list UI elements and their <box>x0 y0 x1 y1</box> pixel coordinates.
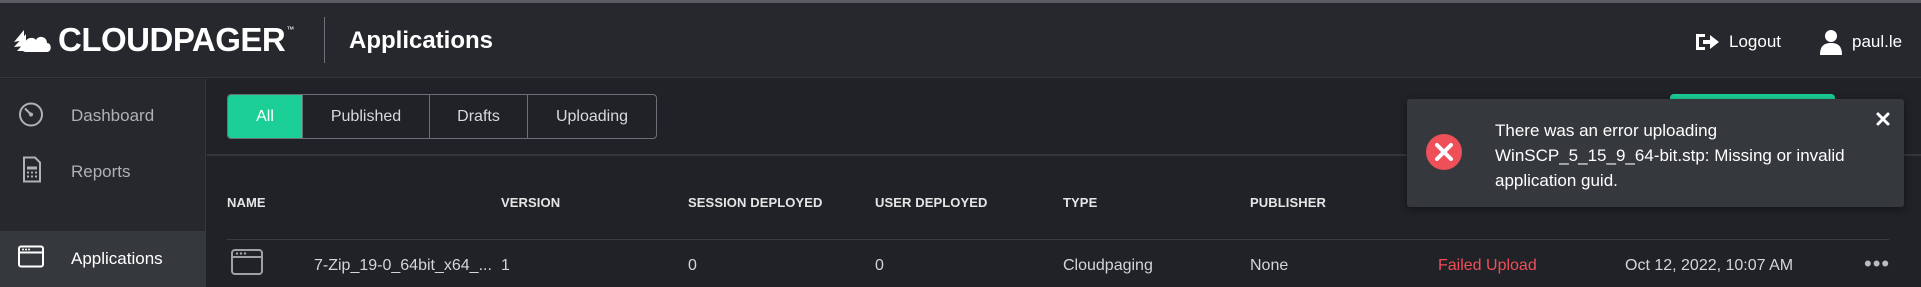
app-header: CLOUDPAGER ™ Applications Logout paul.le <box>0 3 1921 78</box>
cell-session-deployed: 0 <box>688 257 697 274</box>
sidebar-item-dashboard[interactable]: Dashboard <box>0 91 206 141</box>
sidebar-item-applications[interactable]: Applications <box>0 231 206 287</box>
tab-published[interactable]: Published <box>302 95 429 138</box>
application-window-icon <box>231 248 263 281</box>
column-header-user-deployed[interactable]: USER DEPLOYED <box>875 195 988 210</box>
gauge-icon <box>16 101 46 132</box>
sidebar-item-reports[interactable]: Reports <box>0 147 206 197</box>
close-icon[interactable] <box>1876 112 1890 131</box>
cloud-logo-icon <box>14 29 51 52</box>
filter-tabs: All Published Drafts Uploading <box>227 94 657 139</box>
sidebar: Dashboard Reports Applications <box>0 79 206 287</box>
calculator-document-icon <box>16 156 46 189</box>
status-badge: Failed Upload <box>1438 257 1537 274</box>
sidebar-item-label: Reports <box>71 162 131 181</box>
logout-label: Logout <box>1729 32 1781 51</box>
sidebar-item-label: Dashboard <box>71 106 155 125</box>
brand-logo[interactable]: CLOUDPAGER ™ <box>12 23 294 56</box>
sidebar-item-label: Applications <box>71 249 163 268</box>
tab-uploading[interactable]: Uploading <box>527 95 656 138</box>
cell-user-deployed: 0 <box>875 257 884 274</box>
column-header-type[interactable]: TYPE <box>1063 195 1097 210</box>
user-menu[interactable]: paul.le <box>1820 29 1902 55</box>
username: paul.le <box>1852 32 1903 51</box>
column-header-session-deployed[interactable]: SESSION DEPLOYED <box>688 195 823 210</box>
cell-date: Oct 12, 2022, 10:07 AM <box>1625 257 1794 274</box>
table-row[interactable]: 7-Zip_19-0_64bit_x64_... 1 0 0 Cloudpagi… <box>207 240 1921 287</box>
user-icon <box>1820 30 1842 55</box>
tab-drafts[interactable]: Drafts <box>429 95 527 138</box>
header-divider <box>324 17 325 63</box>
logout-button[interactable]: Logout <box>1694 32 1781 52</box>
cell-name[interactable]: 7-Zip_19-0_64bit_x64_... <box>314 257 492 275</box>
trademark-symbol: ™ <box>286 25 295 34</box>
toast-message: There was an error uploading WinSCP_5_15… <box>1495 121 1845 190</box>
column-header-name[interactable]: NAME <box>227 195 266 210</box>
logout-icon <box>1696 34 1719 50</box>
cell-type: Cloudpaging <box>1063 257 1153 274</box>
browser-window-icon <box>16 244 46 275</box>
tab-all[interactable]: All <box>228 95 302 138</box>
error-toast: There was an error uploading WinSCP_5_15… <box>1407 99 1904 207</box>
page-title: Applications <box>349 27 494 54</box>
error-icon <box>1425 133 1463 176</box>
column-header-version[interactable]: VERSION <box>501 195 560 210</box>
cell-publisher: None <box>1250 257 1289 274</box>
brand-name: CLOUDPAGER <box>58 21 286 58</box>
column-header-publisher[interactable]: PUBLISHER <box>1250 195 1326 210</box>
cell-version: 1 <box>501 257 510 274</box>
row-actions-button[interactable]: ••• <box>1864 253 1890 275</box>
